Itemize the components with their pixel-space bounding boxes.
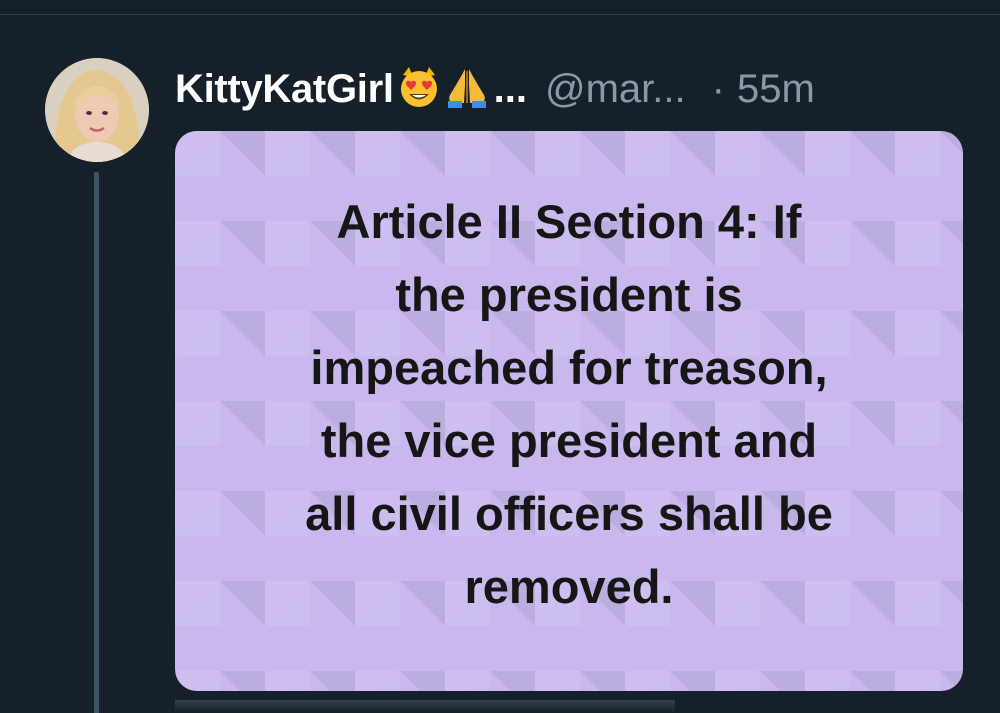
avatar[interactable]	[45, 58, 149, 162]
praying-hands-icon	[444, 65, 490, 114]
tweet-header: KittyKatGirl ... @mar... · 55m	[175, 59, 975, 119]
tweet-media-image[interactable]: Article II Section 4: If the president i…	[175, 131, 963, 691]
heart-eyes-cat-icon	[397, 65, 441, 114]
next-content-fade	[175, 700, 675, 713]
tweet-timestamp[interactable]: 55m	[737, 67, 815, 112]
author-handle[interactable]: @mar...	[545, 67, 686, 112]
author-display-name[interactable]: KittyKatGirl	[175, 67, 394, 112]
tweet-card[interactable]: KittyKatGirl ... @mar... · 55m Article I…	[0, 15, 1000, 713]
separator-dot: ·	[711, 66, 725, 111]
name-truncation: ...	[493, 66, 527, 111]
media-caption-text: Article II Section 4: If the president i…	[305, 195, 833, 613]
thread-line	[94, 172, 99, 713]
